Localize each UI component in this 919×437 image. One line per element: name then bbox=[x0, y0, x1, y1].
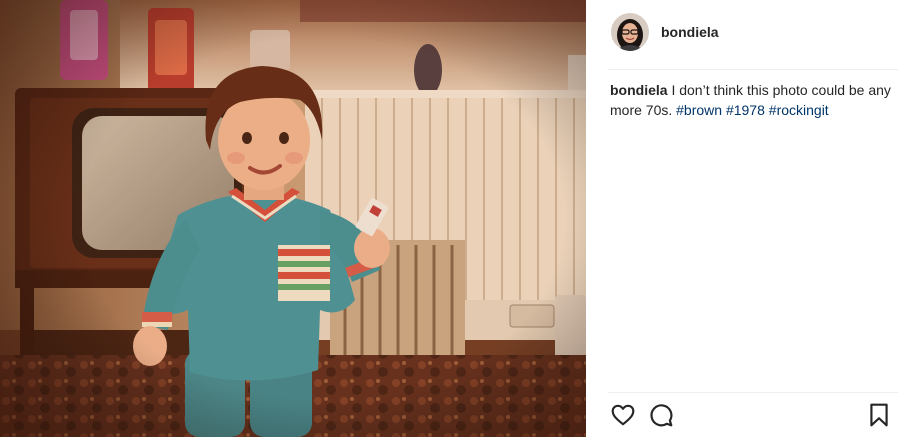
post-username[interactable]: bondiela bbox=[661, 24, 719, 40]
caption-username[interactable]: bondiela bbox=[610, 82, 668, 98]
avatar[interactable] bbox=[611, 13, 649, 51]
heart-icon bbox=[611, 404, 635, 426]
save-button[interactable] bbox=[868, 402, 896, 430]
instagram-post: bondiela bondiela I don’t think this pho… bbox=[0, 0, 919, 437]
comment-icon bbox=[650, 404, 673, 427]
hashtag-link[interactable]: #brown bbox=[676, 102, 722, 118]
hashtag-link[interactable]: #rockingit bbox=[769, 102, 829, 118]
hashtag-link[interactable]: #1978 bbox=[726, 102, 765, 118]
post-side-panel: bondiela bondiela I don’t think this pho… bbox=[586, 0, 919, 437]
actions-divider bbox=[608, 392, 898, 393]
bookmark-icon bbox=[870, 403, 888, 427]
header-divider bbox=[608, 69, 898, 70]
post-header: bondiela bbox=[586, 0, 919, 64]
post-caption: bondiela I don’t think this photo could … bbox=[610, 80, 900, 120]
avatar-image bbox=[611, 13, 649, 51]
post-actions bbox=[608, 402, 904, 432]
post-photo[interactable] bbox=[0, 0, 586, 437]
comment-button[interactable] bbox=[648, 402, 676, 430]
vintage-photo bbox=[0, 0, 586, 437]
like-button[interactable] bbox=[610, 402, 638, 430]
